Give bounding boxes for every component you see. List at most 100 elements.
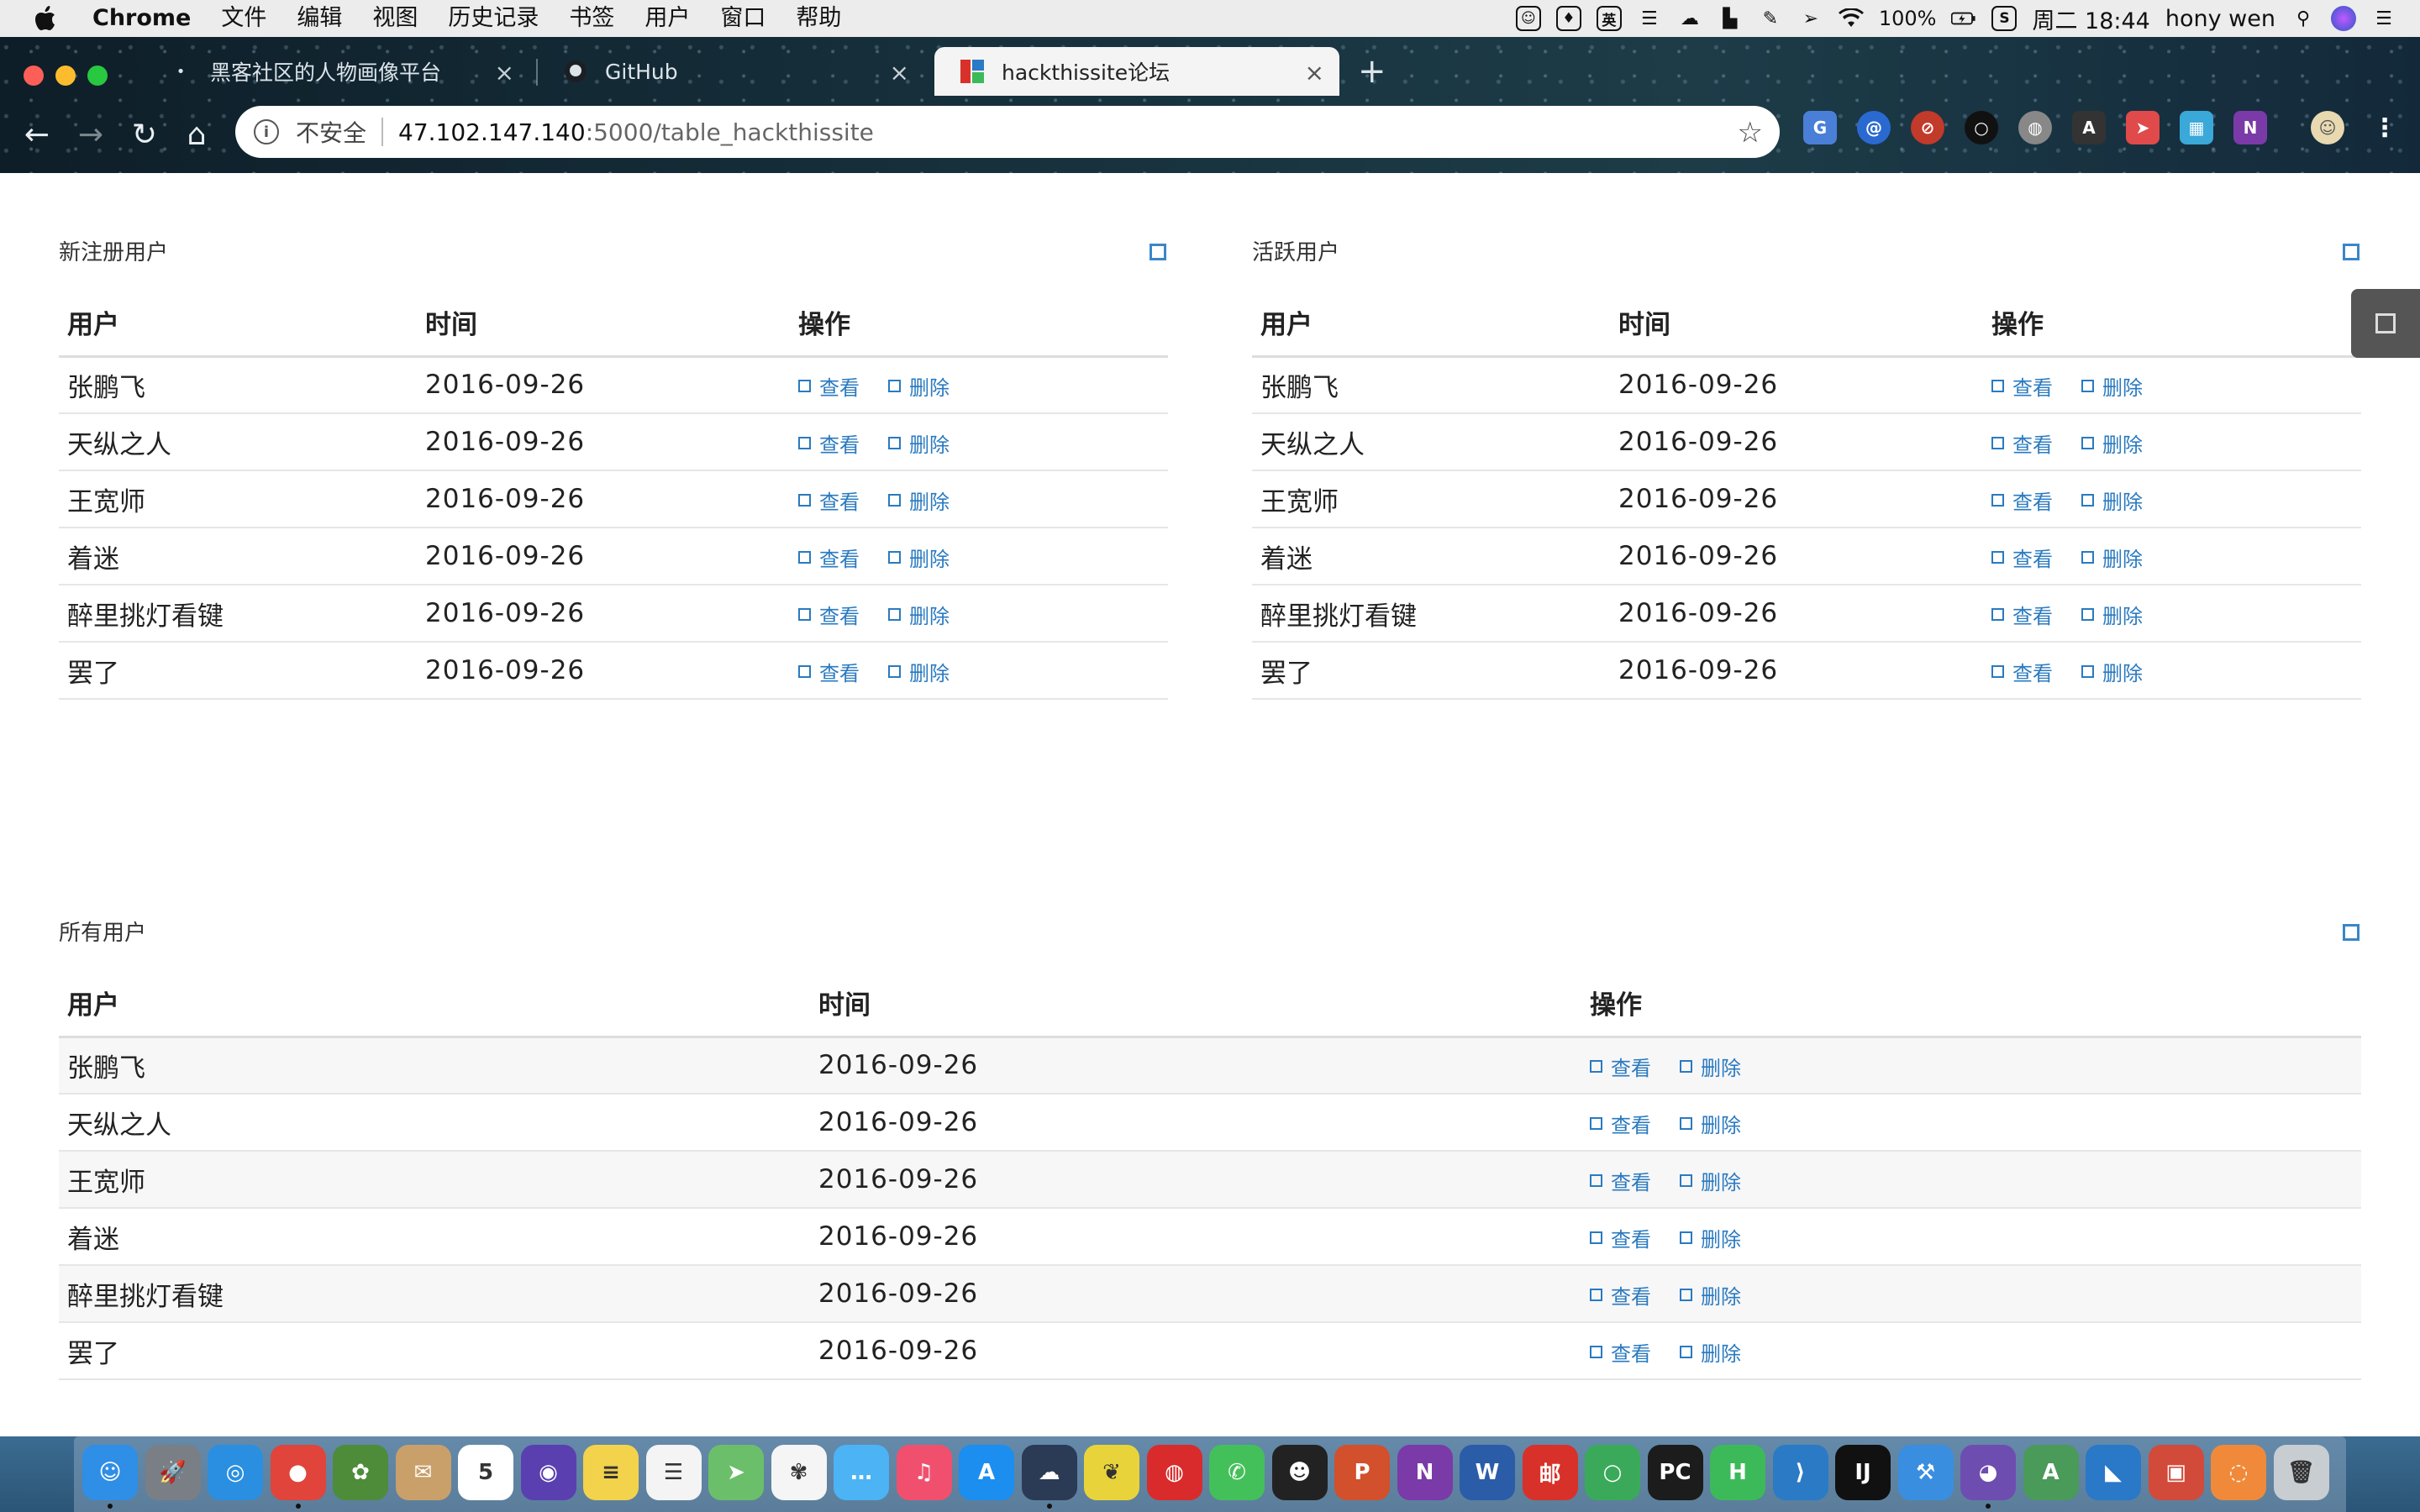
menu-edit[interactable]: 编辑 (281, 0, 357, 37)
close-tab-icon[interactable]: × (890, 59, 909, 87)
view-link[interactable]: 查看 (1590, 1052, 1651, 1081)
menu-window[interactable]: 窗口 (705, 0, 781, 37)
mastering-icon[interactable]: ✿ (333, 1445, 388, 1500)
calendar-icon[interactable]: 5 (458, 1445, 513, 1500)
minimize-window-button[interactable] (55, 66, 76, 86)
extension-grid-icon[interactable]: ▦ (2180, 111, 2213, 144)
profile-avatar[interactable]: ☺ (2311, 111, 2344, 144)
new-tab-button[interactable]: + (1358, 52, 1386, 91)
feather-icon[interactable]: ❦ (1084, 1445, 1139, 1500)
onenote-icon[interactable]: N (1397, 1445, 1453, 1500)
music-icon[interactable]: ♫ (896, 1445, 952, 1500)
view-link[interactable]: 查看 (1590, 1223, 1651, 1252)
tab-github[interactable]: GitHub × (538, 47, 924, 96)
android-studio-icon[interactable]: A (2023, 1445, 2079, 1500)
close-tab-icon[interactable]: × (495, 59, 514, 87)
view-link[interactable]: 查看 (1991, 428, 2053, 458)
siri-icon[interactable]: ◉ (520, 1445, 576, 1500)
wechat-icon[interactable]: ✆ (1209, 1445, 1265, 1500)
menu-bookmarks[interactable]: 书签 (554, 0, 629, 37)
view-link[interactable]: 查看 (798, 543, 860, 572)
view-link[interactable]: 查看 (1991, 543, 2053, 572)
delete-link[interactable]: 删除 (1680, 1166, 1741, 1195)
back-arrow-icon[interactable]: ← (17, 114, 57, 155)
photos-icon[interactable]: ✾ (771, 1445, 827, 1500)
view-link[interactable]: 查看 (798, 371, 860, 401)
collapse-panel-icon[interactable] (2343, 924, 2360, 941)
netease-music-icon[interactable]: ◍ (1146, 1445, 1202, 1500)
reload-icon[interactable]: ↻ (124, 114, 165, 155)
spotlight-search-icon[interactable]: ⚲ (2291, 6, 2316, 31)
wifi-icon[interactable] (1838, 6, 1864, 31)
close-tab-icon[interactable]: × (1305, 59, 1324, 87)
powerpoint-icon[interactable]: P (1334, 1445, 1390, 1500)
siri-status-icon[interactable] (2331, 6, 2356, 31)
maps-icon[interactable]: ➤ (708, 1445, 764, 1500)
close-window-button[interactable] (24, 66, 44, 86)
google-translate-icon[interactable]: G (1803, 111, 1837, 144)
extension-circle-icon[interactable]: ○ (1965, 111, 1998, 144)
tab-hacker-profile[interactable]: • 黑客社区的人物画像平台 × (143, 47, 529, 96)
delete-link[interactable]: 删除 (2081, 543, 2143, 572)
tab-hackthissite[interactable]: hackthissite论坛 × (934, 47, 1339, 96)
apple-menu-icon[interactable] (22, 0, 69, 37)
view-link[interactable]: 查看 (798, 428, 860, 458)
address-bar[interactable]: i 不安全 47.102.147.140 :5000/table_hackthi… (235, 106, 1780, 158)
input-method-icon[interactable]: 英 (1596, 6, 1622, 31)
delete-link[interactable]: 删除 (1680, 1109, 1741, 1138)
collapse-panel-icon[interactable] (2343, 244, 2360, 260)
appstore-icon[interactable]: A (959, 1445, 1014, 1500)
s-app-status-icon[interactable]: S (1991, 6, 2018, 31)
menu-history[interactable]: 历史记录 (433, 0, 554, 37)
delete-link[interactable]: 删除 (2081, 371, 2143, 401)
github-desktop-icon[interactable]: ◕ (1960, 1445, 2016, 1500)
extension-block-icon[interactable]: ⊘ (1911, 111, 1944, 144)
trash-icon[interactable]: 🗑 (2273, 1445, 2329, 1500)
delete-link[interactable]: 删除 (888, 371, 950, 401)
messages-icon[interactable]: … (834, 1445, 889, 1500)
delete-link[interactable]: 删除 (888, 543, 950, 572)
menu-help[interactable]: 帮助 (781, 0, 856, 37)
chrome-icon[interactable]: ● (270, 1445, 326, 1500)
stamp-icon[interactable]: ✉ (395, 1445, 451, 1500)
view-link[interactable]: 查看 (1991, 486, 2053, 515)
view-link[interactable]: 查看 (1590, 1337, 1651, 1367)
chrome-menu-icon[interactable]: ⋮ (2368, 111, 2402, 144)
delete-link[interactable]: 删除 (2081, 428, 2143, 458)
delete-link[interactable]: 删除 (888, 657, 950, 686)
battery-icon[interactable] (1951, 6, 1976, 31)
extension-arrow-icon[interactable]: ➤ (2126, 111, 2160, 144)
clock[interactable]: 周二 18:44 (2032, 3, 2149, 35)
delete-link[interactable]: 删除 (888, 428, 950, 458)
send-status-icon[interactable]: ➢ (1798, 6, 1823, 31)
xcode-icon[interactable]: ⚒ (1897, 1445, 1954, 1500)
view-link[interactable]: 查看 (1590, 1280, 1651, 1310)
view-link[interactable]: 查看 (798, 600, 860, 629)
collapse-panel-icon[interactable] (1150, 244, 1166, 260)
notification-center-icon[interactable]: ☰ (2371, 6, 2396, 31)
parallels-icon[interactable]: ▣ (2148, 1445, 2204, 1500)
ring-icon[interactable]: ○ (1585, 1445, 1640, 1500)
notes-icon[interactable]: ≡ (583, 1445, 639, 1500)
vscode-icon[interactable]: ⟩ (1772, 1445, 1828, 1500)
safari-icon[interactable]: ◎ (208, 1445, 263, 1500)
qq-icon[interactable]: ☻ (1271, 1445, 1328, 1500)
delete-link[interactable]: 删除 (888, 600, 950, 629)
intellij-icon[interactable]: IJ (1835, 1445, 1891, 1500)
view-link[interactable]: 查看 (798, 657, 860, 686)
site-info-icon[interactable]: i (254, 119, 279, 144)
layout-status-icon[interactable]: ▙ (1718, 6, 1743, 31)
forward-arrow-icon[interactable]: → (71, 114, 111, 155)
emoji-status-icon[interactable]: ☺ (1515, 6, 1541, 31)
delete-link[interactable]: 删除 (1680, 1052, 1741, 1081)
microphone-status-icon[interactable]: ♦ (1555, 6, 1581, 31)
onenote-clipper-icon[interactable]: N (2233, 111, 2267, 144)
menu-file[interactable]: 文件 (206, 0, 281, 37)
delete-link[interactable]: 删除 (2081, 657, 2143, 686)
finder-icon[interactable]: ☺ (82, 1445, 138, 1500)
zoom-window-button[interactable] (87, 66, 108, 86)
user-name[interactable]: hony wen (2165, 6, 2275, 32)
menu-chrome[interactable]: Chrome (77, 0, 206, 37)
pycharm-icon[interactable]: PC (1647, 1445, 1703, 1500)
cloud-status-icon[interactable]: ☁ (1677, 6, 1702, 31)
